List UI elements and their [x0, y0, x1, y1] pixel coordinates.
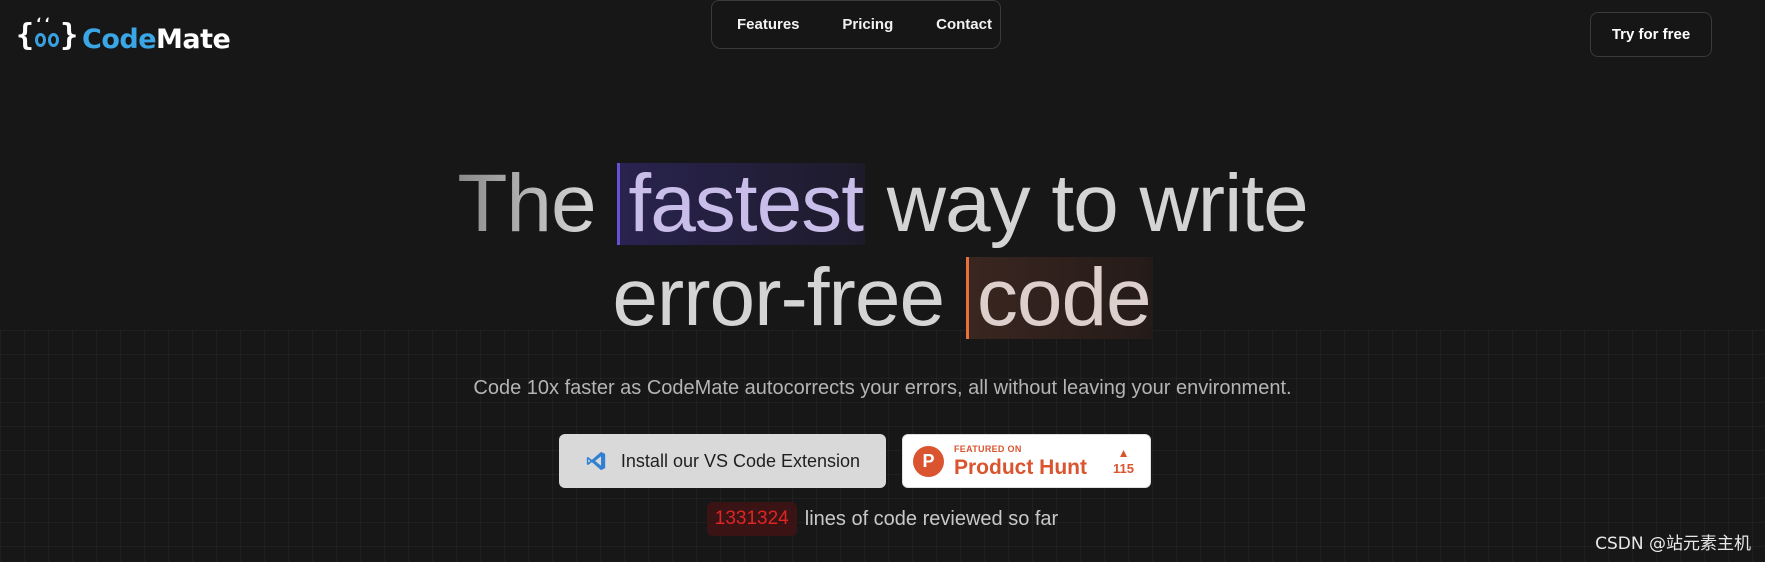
upvote-arrow-icon: ▲ — [1117, 446, 1130, 460]
headline-highlight-code: code — [965, 257, 1153, 339]
nav-item-features[interactable]: Features — [737, 16, 800, 33]
product-hunt-badge[interactable]: P FEATURED ON Product Hunt ▲ 115 — [902, 434, 1151, 488]
logo-eyes — [35, 33, 60, 47]
upvote-count: 115 — [1113, 461, 1134, 476]
hero-subtitle: Code 10x faster as CodeMate autocorrects… — [473, 377, 1292, 399]
lines-reviewed-counter: 1331324 — [706, 502, 797, 536]
logo-wordmark-code: Code — [82, 23, 157, 55]
product-hunt-name: Product Hunt — [954, 455, 1087, 479]
logo-brace-left: { — [16, 18, 35, 53]
hero-headline-line2: error-free code — [0, 257, 1765, 339]
logo-wordmark: CodeMate — [82, 23, 231, 55]
headline-way-to-write: way to write — [886, 158, 1309, 249]
product-hunt-text: FEATURED ON Product Hunt — [954, 443, 1087, 479]
headline-error-free: error-free — [612, 252, 945, 343]
lines-reviewed-label: lines of code reviewed so far — [804, 507, 1059, 530]
logo-eye-left — [35, 33, 47, 47]
product-hunt-votes: ▲ 115 — [1113, 447, 1134, 475]
headline-highlight-fastest: fastest — [617, 163, 865, 245]
top-nav: Features Pricing Contact — [711, 0, 1001, 49]
vscode-icon — [586, 451, 606, 471]
logo-eye-right — [48, 33, 60, 47]
install-vscode-extension-button[interactable]: Install our VS Code Extension — [559, 434, 886, 488]
vscode-button-label: Install our VS Code Extension — [620, 450, 861, 471]
logo-wordmark-mate: Mate — [156, 23, 231, 55]
try-for-free-button[interactable]: Try for free — [1590, 12, 1712, 57]
logo-brace-right: } — [60, 18, 79, 53]
nav-item-pricing[interactable]: Pricing — [842, 16, 893, 33]
logo-lashes: ʻʻ — [36, 16, 53, 32]
logo-mark-icon: { ʻʻ } — [16, 16, 79, 56]
codemate-logo[interactable]: { ʻʻ } CodeMate — [16, 16, 231, 56]
lines-reviewed-stat: 1331324 lines of code reviewed so far — [0, 502, 1765, 536]
csdn-watermark: CSDN @站元素主机 — [1595, 534, 1751, 554]
product-hunt-featured: FEATURED ON — [954, 443, 1022, 454]
headline-word-the: The — [457, 158, 596, 249]
hero-headline-line1: The fastest way to write — [0, 163, 1765, 245]
nav-item-contact[interactable]: Contact — [936, 16, 992, 33]
product-hunt-logo-icon: P — [913, 445, 944, 477]
